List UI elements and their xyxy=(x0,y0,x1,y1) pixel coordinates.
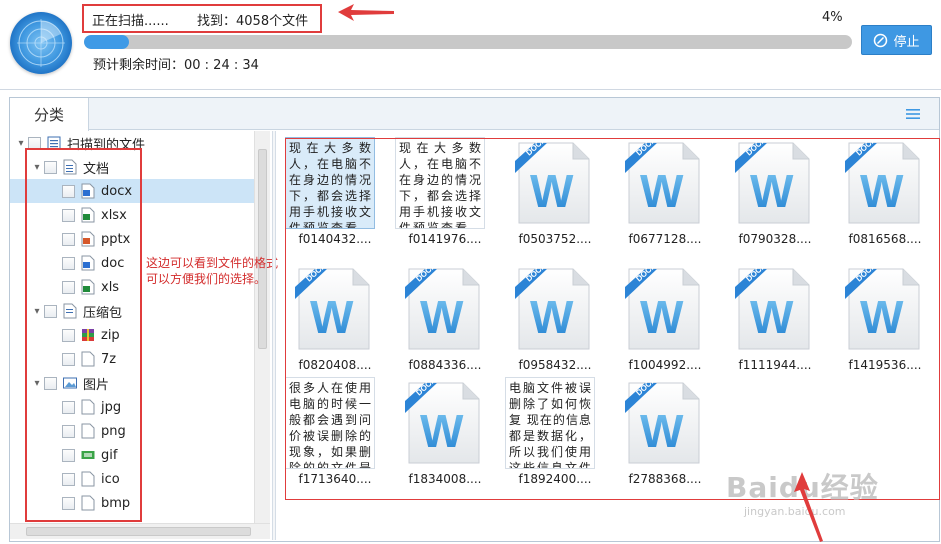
stop-button[interactable]: 停止 xyxy=(861,25,932,55)
expand-toggle-icon[interactable]: ▾ xyxy=(14,138,28,149)
tab-category[interactable]: 分类 xyxy=(10,98,89,131)
tree-vertical-scrollbar[interactable] xyxy=(254,131,270,523)
tree-horizontal-scrollbar[interactable] xyxy=(10,523,270,539)
panel-splitter[interactable] xyxy=(272,131,276,540)
annotation-arrow-up-icon xyxy=(794,472,823,542)
tree-highlight-box xyxy=(25,148,142,522)
panel-header xyxy=(10,98,939,130)
progress-percent: 4% xyxy=(822,10,843,25)
remaining-time-text: 预计剩余时间：00 : 24 : 34 xyxy=(93,58,259,73)
progress-bar xyxy=(84,35,852,49)
grid-highlight-box xyxy=(285,138,940,500)
found-count-text: 找到：4058个文件 xyxy=(197,14,309,29)
radar-scan-icon xyxy=(10,12,72,74)
scan-status-text: 正在扫描...... xyxy=(92,14,169,29)
annotation-arrow-icon xyxy=(338,4,394,21)
header-divider xyxy=(0,89,941,90)
stop-button-label: 停止 xyxy=(893,34,920,50)
stop-icon xyxy=(874,33,888,47)
menu-icon[interactable] xyxy=(905,106,921,122)
progress-bar-fill xyxy=(84,35,129,49)
